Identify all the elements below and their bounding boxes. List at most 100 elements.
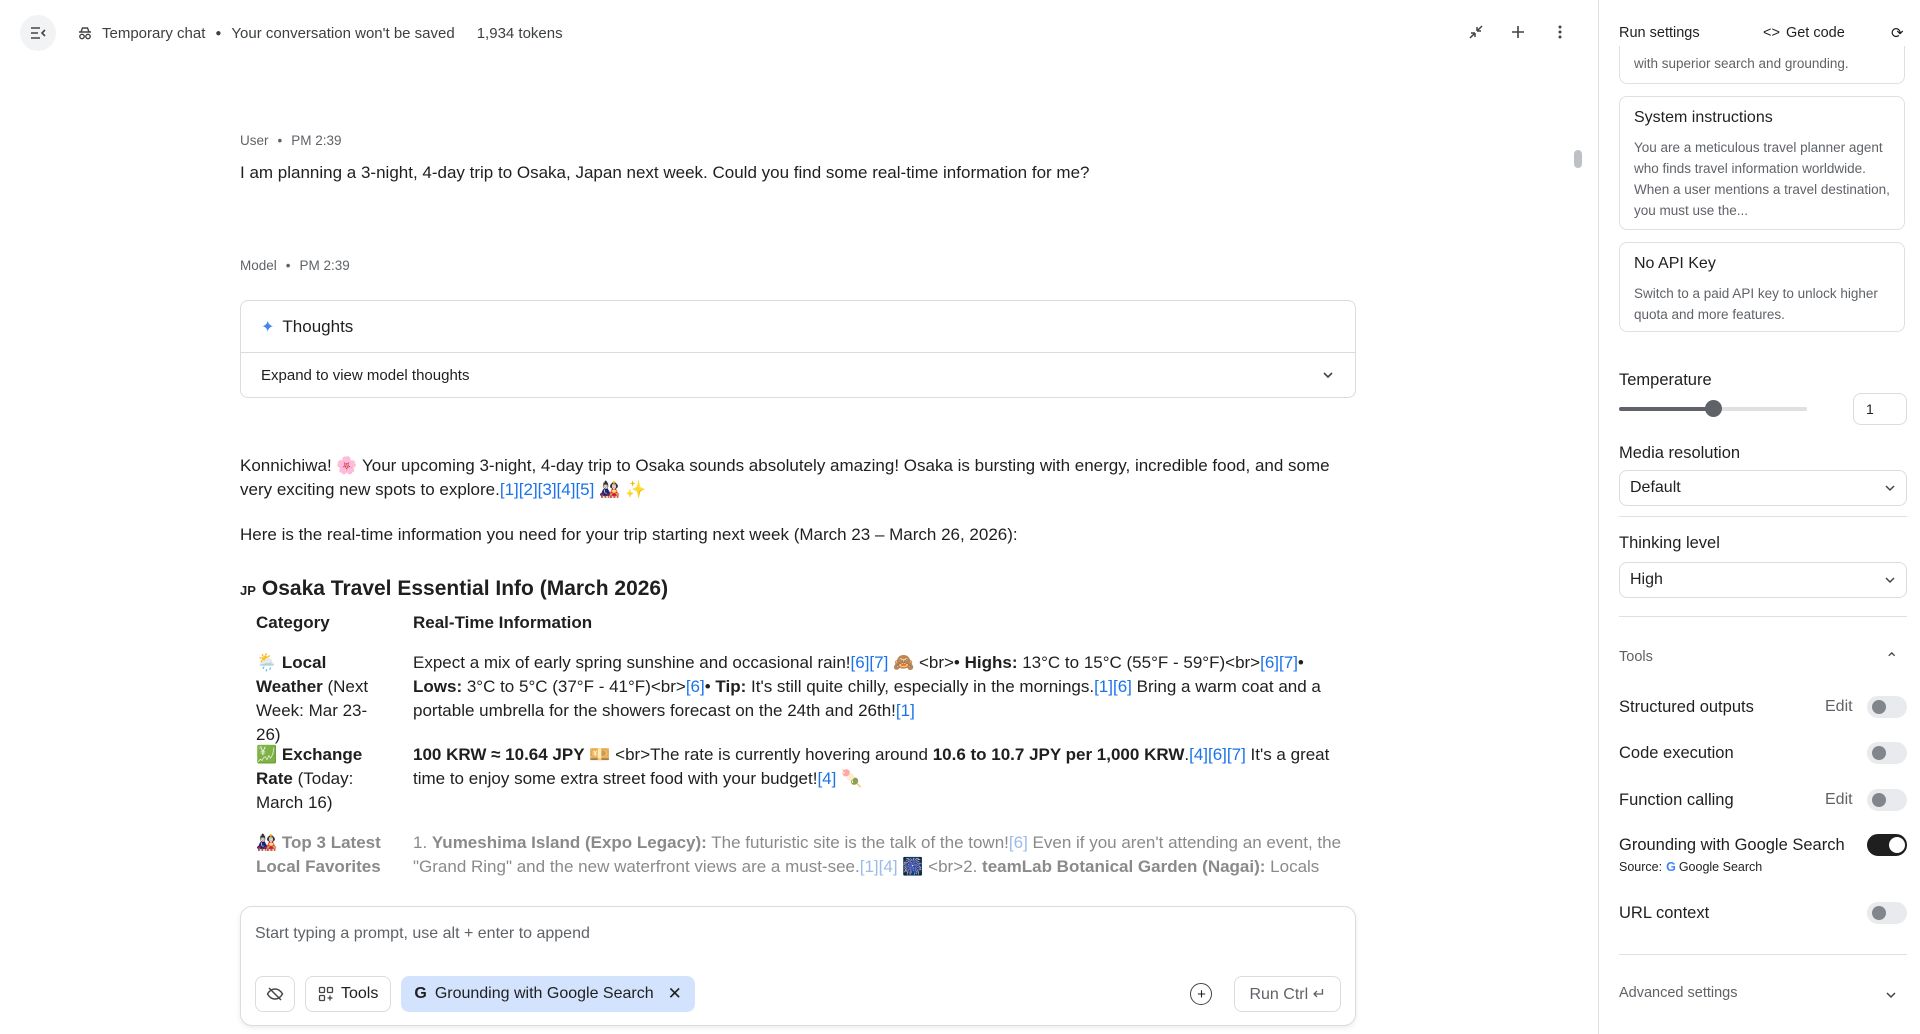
api-key-text: Switch to a paid API key to unlock highe… xyxy=(1634,286,1878,322)
advanced-settings-label[interactable]: Advanced settings xyxy=(1619,985,1738,1001)
function-calling-row: Function calling Edit xyxy=(1619,785,1907,815)
temperature-input[interactable]: 1 xyxy=(1853,393,1907,425)
model-role-label: Model xyxy=(240,258,277,273)
thinking-level-label: Thinking level xyxy=(1619,534,1720,552)
source-value: Google Search xyxy=(1678,860,1763,874)
expand-thoughts-label: Expand to view model thoughts xyxy=(261,366,470,384)
grounding-chip[interactable]: G Grounding with Google Search ✕ xyxy=(401,976,695,1012)
url-context-row: URL context xyxy=(1619,898,1907,928)
info-cell: 1. Yumeshima Island (Expo Legacy): The f… xyxy=(413,833,1342,876)
user-role-label: User xyxy=(240,133,269,148)
grounding-toggle[interactable] xyxy=(1867,834,1907,856)
remove-grounding-icon[interactable]: ✕ xyxy=(668,984,682,1004)
code-execution-label: Code execution xyxy=(1619,743,1734,762)
response-heading: JP Osaka Travel Essential Info (March 202… xyxy=(240,577,669,600)
temperature-slider[interactable] xyxy=(1619,400,1807,417)
add-circle-icon: + xyxy=(1197,985,1206,1003)
chat-area: User • PM 2:39 I am planning a 3-night, 4-… xyxy=(0,66,1598,1034)
function-calling-label: Function calling xyxy=(1619,790,1734,809)
user-message-text: I am planning a 3-night, 4-day trip to O… xyxy=(240,163,1090,182)
thoughts-panel: ✦ Thoughts Expand to view model thoughts xyxy=(240,300,1356,398)
system-instructions-card[interactable]: System instructions You are a meticulous… xyxy=(1619,96,1905,230)
function-calling-toggle[interactable] xyxy=(1867,789,1907,811)
url-context-toggle[interactable] xyxy=(1867,902,1907,924)
run-settings-panel: with superior search and grounding. Run … xyxy=(1598,0,1920,1034)
temperature-label: Temperature xyxy=(1619,371,1712,389)
model-message-header: Model • PM 2:39 xyxy=(240,258,350,273)
top-bar: Temporary chat ● Your conversation won't… xyxy=(0,0,1598,66)
flag-label: JP xyxy=(240,583,256,598)
function-calling-edit-link[interactable]: Edit xyxy=(1825,791,1853,809)
media-resolution-label: Media resolution xyxy=(1619,444,1741,462)
more-vert-icon xyxy=(1558,25,1562,39)
api-key-card[interactable]: No API Key Switch to a paid API key to u… xyxy=(1619,242,1905,332)
system-instructions-text: You are a meticulous travel planner agen… xyxy=(1634,140,1890,218)
get-code-button[interactable]: <> Get code xyxy=(1763,25,1845,41)
code-execution-row: Code execution xyxy=(1619,738,1907,768)
tools-section-label: Tools xyxy=(1619,649,1653,665)
reset-settings-icon[interactable]: ⟳ xyxy=(1891,24,1904,42)
response-intro: Konnichiwa! 🌸 Your upcoming 3-night, 4-d… xyxy=(240,456,1330,499)
incognito-icon xyxy=(76,24,94,42)
grounding-label: Grounding with Google Search xyxy=(1619,835,1845,854)
chevron-down-icon xyxy=(1885,485,1895,492)
temperature-slider-handle[interactable] xyxy=(1705,400,1722,417)
prompt-composer: Start typing a prompt, use alt + enter t… xyxy=(240,906,1356,1026)
thinking-level-value: High xyxy=(1630,571,1663,588)
google-g-icon: G xyxy=(1666,860,1676,874)
chat-scrollbar[interactable] xyxy=(1574,150,1582,560)
composer-toolbar: Tools G Grounding with Google Search ✕ +… xyxy=(255,975,1341,1013)
expand-thoughts-button[interactable]: Expand to view model thoughts xyxy=(241,353,1355,397)
model-description: with superior search and grounding. xyxy=(1634,56,1849,71)
info-cell: Expect a mix of early spring sunshine an… xyxy=(413,653,1321,720)
add-media-button[interactable]: + xyxy=(1190,983,1213,1005)
media-resolution-value: Default xyxy=(1630,479,1681,496)
hide-button[interactable] xyxy=(255,976,295,1012)
structured-outputs-row: Structured outputs Edit xyxy=(1619,692,1907,722)
structured-outputs-edit-link[interactable]: Edit xyxy=(1825,698,1853,716)
top-actions xyxy=(1466,22,1570,42)
chevron-up-icon[interactable]: ⌃ xyxy=(1885,649,1898,669)
structured-outputs-toggle[interactable] xyxy=(1867,696,1907,718)
divider xyxy=(1619,616,1907,617)
scrollbar-thumb[interactable] xyxy=(1574,150,1582,168)
chevron-down-icon[interactable] xyxy=(1885,989,1897,1001)
compare-button[interactable] xyxy=(1466,22,1486,42)
model-message-time: PM 2:39 xyxy=(299,258,350,273)
thoughts-header: ✦ Thoughts xyxy=(241,301,1355,353)
compress-icon xyxy=(1469,25,1483,39)
chevron-down-icon xyxy=(1323,372,1333,379)
google-g-icon: G xyxy=(414,985,427,1002)
code-execution-toggle[interactable] xyxy=(1867,742,1907,764)
more-options-button[interactable] xyxy=(1550,22,1570,42)
user-message-header: User • PM 2:39 xyxy=(240,133,342,148)
tools-grid-icon xyxy=(318,986,334,1002)
thinking-level-select[interactable]: High xyxy=(1619,562,1907,598)
token-count: 1,934 tokens xyxy=(476,24,563,42)
not-saved-label: Your conversation won't be saved xyxy=(231,24,455,42)
info-cell: 100 KRW ≈ 10.64 JPY 💴 <br>The rate is cu… xyxy=(413,745,1330,788)
new-chat-button[interactable] xyxy=(1508,22,1528,42)
citation-links[interactable]: [1][2][3][4][5] xyxy=(500,480,595,499)
sparkle-icon: ✦ xyxy=(261,318,275,336)
source-label: Source: xyxy=(1619,860,1663,874)
panel-title: Run settings xyxy=(1619,25,1700,41)
grounding-source: Source: G Google Search xyxy=(1619,860,1762,874)
structured-outputs-label: Structured outputs xyxy=(1619,697,1754,716)
category-cell: 💹 Exchange Rate (Today: March 16) xyxy=(256,745,363,812)
prompt-input[interactable]: Start typing a prompt, use alt + enter t… xyxy=(255,925,590,943)
media-resolution-select[interactable]: Default xyxy=(1619,470,1907,506)
thoughts-title: Thoughts xyxy=(282,316,354,336)
tools-button-label: Tools xyxy=(341,985,379,1002)
system-instructions-title: System instructions xyxy=(1634,109,1773,126)
panel-header: Run settings <>Get code ⟳ ✕ xyxy=(1619,20,1920,46)
grounding-chip-label: Grounding with Google Search xyxy=(434,985,654,1002)
category-cell: 🌦️ Local Weather (Next Week: Mar 23-26) xyxy=(256,653,369,744)
separator-dot: ● xyxy=(215,27,222,39)
run-button[interactable]: Run Ctrl ↵ xyxy=(1234,976,1341,1012)
toggle-sidebar-button[interactable] xyxy=(20,15,56,51)
visibility-off-icon xyxy=(266,987,284,1001)
tools-button[interactable]: Tools xyxy=(305,976,392,1012)
chat-mode-label: Temporary chat xyxy=(102,24,206,42)
table-header-info: Real-Time Information xyxy=(413,613,593,632)
